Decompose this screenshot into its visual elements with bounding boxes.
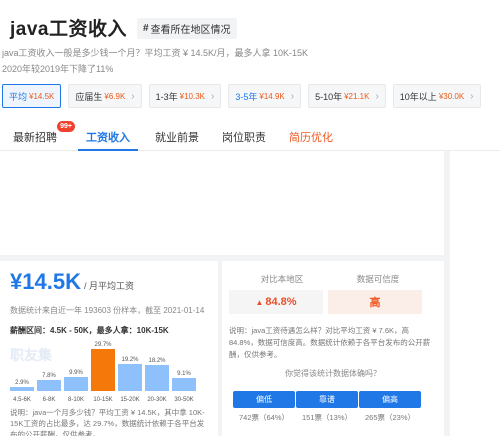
filter-3-5-years[interactable]: 3-5年 ¥14.9K › (228, 84, 302, 108)
sample-note: 数据统计来自近一年 193603 份样本，截至 2021-01-14 (10, 306, 205, 315)
chevron-right-icon: › (470, 90, 474, 102)
side-panel (450, 151, 500, 436)
filter-salary: ¥14.9K (259, 91, 285, 101)
tab-label: 最新招聘 (13, 132, 57, 144)
filter-label: 5-10年 (315, 91, 343, 102)
location-button[interactable]: # 查看所在地区情况 (136, 18, 237, 39)
vote-low-button[interactable]: 偏低 (233, 391, 295, 408)
arrow-up-icon: ▲ (255, 297, 264, 307)
vote-high-count: 265票（23%） (364, 413, 416, 422)
filter-1-3-years[interactable]: 1-3年 ¥10.3K › (148, 84, 222, 108)
chevron-right-icon: › (290, 90, 295, 102)
chart-bar (118, 364, 142, 391)
credibility-value: 高 (369, 297, 381, 309)
chart-bar (37, 380, 61, 391)
tab-label: 岗位职责 (222, 132, 266, 144)
chart-bar (145, 365, 169, 391)
vote-question: 你觉得该统计数据体确吗？ (285, 369, 381, 378)
vote-low-count: 742票（64%） (238, 413, 290, 422)
filter-graduate[interactable]: 应届生 ¥6.9K › (68, 84, 142, 108)
chart-category-label: 4.5-6K (13, 397, 31, 403)
credibility-value-box: 高 (328, 290, 422, 314)
filter-salary: ¥14.5K (29, 91, 55, 101)
tab-salary[interactable]: 工资收入 (78, 124, 138, 151)
compare-header: 对比本地区 (260, 274, 304, 284)
filter-label: 10年以上 (399, 91, 437, 102)
page: java工资收入 # 查看所在地区情况 java工资收入一般是多少钱一个月？平均… (0, 0, 500, 436)
tab-label: 就业前景 (155, 132, 199, 144)
tab-responsibilities[interactable]: 岗位职责 (222, 124, 266, 150)
filter-5-10-years[interactable]: 5-10年 ¥21.1K › (308, 84, 386, 108)
page-title: java工资收入 (10, 19, 127, 40)
filter-average[interactable]: 平均 ¥14.5K (2, 84, 62, 108)
currency-symbol: ¥ (10, 269, 23, 294)
chevron-right-icon: › (375, 90, 379, 102)
chart-value-label: 2.9% (15, 380, 29, 386)
average-salary-value: 14.5K (22, 269, 81, 294)
chart-value-label: 29.7% (94, 342, 112, 348)
filter-label: 1-3年 (155, 91, 178, 102)
tab-prospects[interactable]: 就业前景 (155, 124, 199, 150)
vote-accurate-count: 151票（13%） (301, 413, 353, 422)
filter-10-plus-years[interactable]: 10年以上 ¥30.0K › (392, 84, 481, 108)
filter-label: 应届生 (75, 91, 103, 102)
tab-latest-jobs[interactable]: 最新招聘 99+ (13, 121, 75, 150)
chart-category-label: 20-30K (147, 397, 167, 403)
filter-label: 3-5年 (235, 91, 258, 102)
vote-accurate-button[interactable]: 靠谱 (296, 391, 358, 408)
tab-badge: 99+ (57, 121, 75, 132)
content-panel (0, 151, 444, 255)
compare-description: 说明：java工资待遇怎么样？对比平均工资 ¥ 7.6K，高 84.8%，数据可… (229, 326, 431, 359)
filter-salary: ¥10.3K (179, 91, 206, 101)
chart-bar (64, 377, 88, 391)
salary-description: java工资收入一般是多少钱一个月？平均工资 ¥ 14.5K/月，最多人拿 10… (2, 45, 332, 77)
desc-line1: java工资收入一般是多少钱一个月？平均工资 ¥ 14.5K/月，最多人拿 10… (2, 48, 309, 58)
vote-high-button[interactable]: 偏高 (359, 391, 421, 408)
location-button-label: 查看所在地区情况 (150, 25, 231, 36)
hash-icon: # (142, 23, 149, 34)
filter-salary: ¥6.9K (104, 91, 126, 101)
filter-label: 平均 (9, 91, 28, 102)
chart-category-label: 8-10K (67, 397, 84, 403)
average-salary: ¥ 14.5K / 月平均工资 (10, 269, 134, 295)
chart-bar (91, 349, 115, 391)
chevron-right-icon: › (131, 90, 135, 102)
chart-bar (172, 378, 196, 391)
compare-value-box: ▲ 84.8% (229, 290, 323, 314)
desc-line2: 2020年较2019年下降了11% (2, 64, 114, 74)
salary-distribution-chart: 2.9% 4.5-6K 7.8% 6-8K 9.9% 8-10K 29.7% 10-15K 19… (10, 335, 200, 403)
filter-salary: ¥21.1K (344, 91, 370, 101)
chart-category-label: 30-50K (174, 397, 194, 403)
chart-category-label: 15-20K (120, 397, 140, 403)
chart-value-label: 9.1% (177, 371, 191, 377)
filter-salary: ¥30.0K (438, 91, 465, 101)
chart-value-label: 7.8% (42, 373, 56, 379)
title-row: java工资收入 # 查看所在地区情况 (10, 14, 237, 41)
header-panel: java工资收入 # 查看所在地区情况 java工资收入一般是多少钱一个月？平均… (0, 0, 500, 151)
credibility-header: 数据可信度 (356, 274, 400, 284)
tab-label: 工资收入 (86, 132, 130, 144)
tab-resume[interactable]: 简历优化 (289, 124, 333, 150)
chart-value-label: 19.2% (121, 357, 139, 363)
chart-value-label: 18.2% (148, 358, 166, 364)
chart-category-label: 6-8K (42, 397, 56, 403)
chart-category-label: 10-15K (93, 397, 113, 403)
chart-value-label: 9.9% (69, 370, 83, 376)
tab-bar: 最新招聘 99+ 工资收入 就业前景 岗位职责 简历优化 (0, 121, 500, 151)
chevron-right-icon: › (211, 90, 215, 102)
experience-filters: 平均 ¥14.5K 应届生 ¥6.9K › 1-3年 ¥10.3K › 3-5年… (2, 84, 488, 108)
salary-footnote: 说明：java一个月多少钱？平均工资 ¥ 14.5K，其中拿 10K-15K工资… (10, 408, 205, 436)
chart-bar (10, 387, 34, 391)
tab-label: 简历优化 (289, 132, 333, 144)
compare-value: 84.8% (265, 296, 297, 308)
average-salary-unit: / 月平均工资 (83, 281, 134, 291)
